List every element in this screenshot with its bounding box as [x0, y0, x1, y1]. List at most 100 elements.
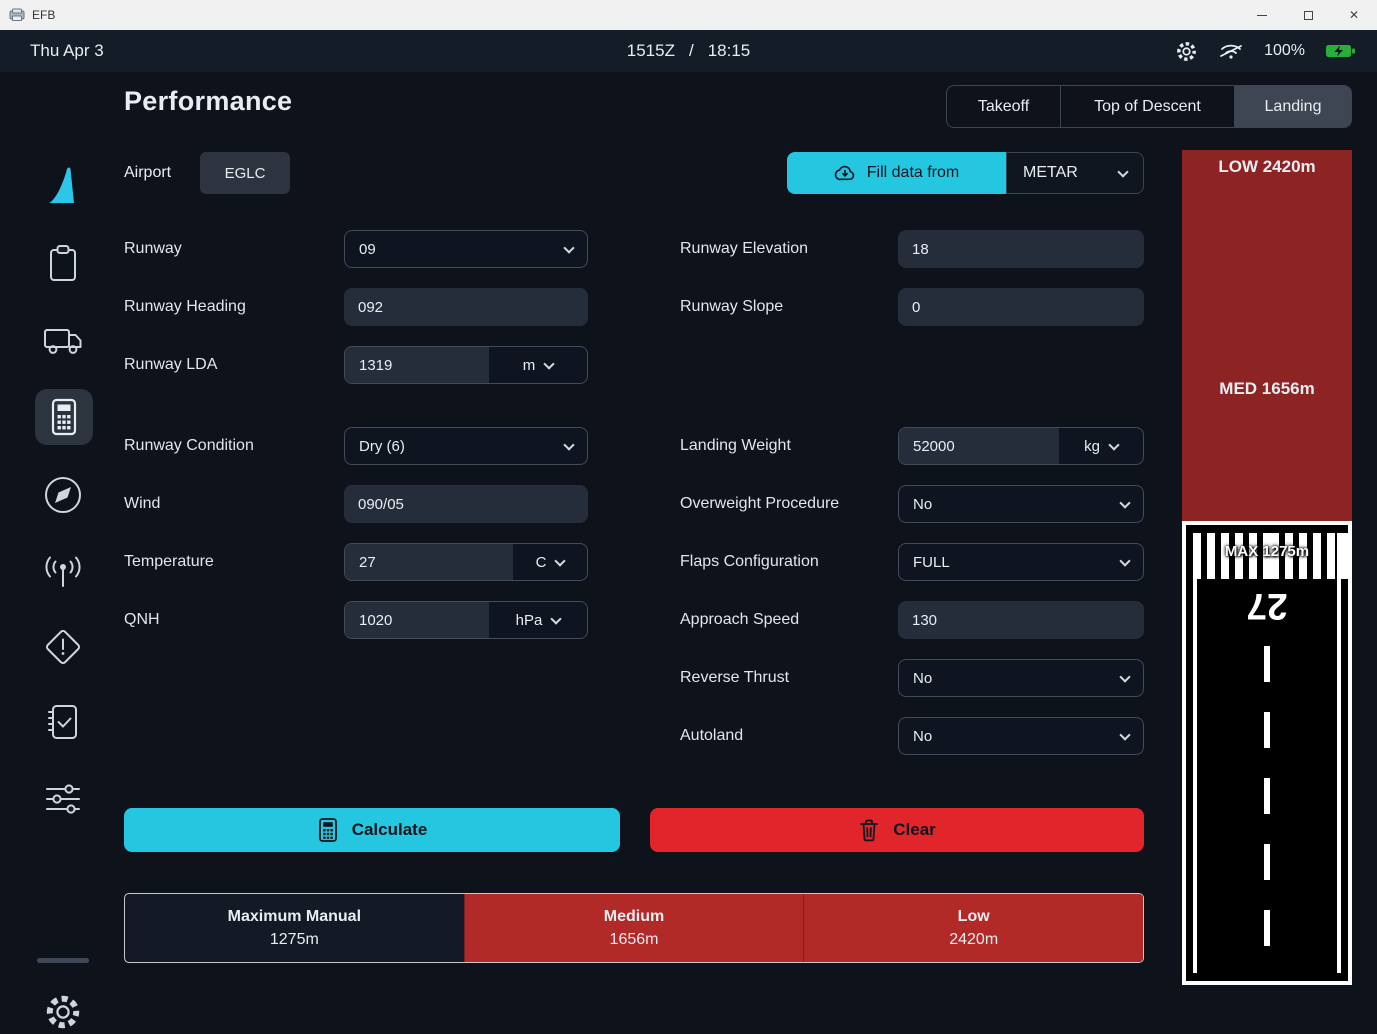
results-bar: Maximum Manual 1275m Medium 1656m Low 24… [124, 893, 1144, 963]
clear-label: Clear [893, 820, 936, 840]
qnh-input[interactable] [345, 602, 489, 638]
mode-tabs: Takeoff Top of Descent Landing [946, 85, 1352, 128]
antenna-icon[interactable] [39, 552, 87, 596]
low-distance-label: LOW 2420m [1182, 157, 1352, 177]
temperature-unit-dropdown[interactable]: C [513, 544, 587, 580]
sliders-icon[interactable] [39, 777, 87, 821]
form-row: Approach Speed [680, 601, 1144, 639]
runway-slope-input[interactable] [898, 288, 1144, 326]
overweight-procedure-select[interactable]: No [898, 485, 1144, 523]
temperature-input[interactable] [345, 544, 513, 580]
form-row: Overweight Procedure No [680, 485, 1144, 523]
maximize-button[interactable] [1285, 0, 1331, 30]
unit-value: hPa [516, 612, 543, 629]
overweight-procedure-label: Overweight Procedure [680, 495, 898, 513]
chevron-down-icon [551, 613, 562, 624]
runway-select[interactable]: 09 [344, 230, 588, 268]
trash-icon [858, 818, 880, 842]
runway-heading-input[interactable] [344, 288, 588, 326]
unit-value: C [536, 554, 547, 571]
reverse-thrust-value: No [913, 670, 932, 687]
form-row: Runway Heading [124, 288, 588, 326]
minimize-button[interactable] [1239, 0, 1285, 30]
form-row: Temperature C [124, 543, 588, 581]
chevron-down-icon [1117, 166, 1128, 177]
window-title: EFB [32, 8, 55, 22]
wind-input[interactable] [344, 485, 588, 523]
qnh-unit-dropdown[interactable]: hPa [489, 602, 587, 638]
form-row: Runway LDA m [124, 346, 588, 384]
clear-button[interactable]: Clear [650, 808, 1144, 852]
clipboard-icon[interactable] [39, 242, 87, 286]
fill-data-from-label: Fill data from [867, 164, 959, 182]
calculate-label: Calculate [352, 820, 428, 840]
calculator-nav-active[interactable] [35, 389, 93, 445]
approach-speed-label: Approach Speed [680, 611, 898, 629]
status-time-separator: / [689, 41, 694, 61]
overweight-procedure-value: No [913, 496, 932, 513]
runway-elevation-input[interactable] [898, 230, 1144, 268]
settings-gear-icon[interactable] [1175, 40, 1198, 63]
chevron-down-icon [544, 358, 555, 369]
airport-code-button[interactable]: EGLC [200, 152, 290, 194]
runway-condition-label: Runway Condition [124, 437, 344, 455]
form-row: Runway Elevation [680, 230, 1144, 268]
sidebar-nav [0, 72, 110, 993]
temperature-label: Temperature [124, 553, 344, 571]
status-time-local: 18:15 [708, 41, 751, 61]
tab-landing[interactable]: Landing [1234, 86, 1351, 127]
result-low: Low 2420m [803, 894, 1143, 962]
result-label: Low [958, 908, 990, 926]
runway-lda-input[interactable] [345, 347, 489, 383]
page-title: Performance [124, 86, 292, 117]
tab-takeoff[interactable]: Takeoff [947, 86, 1060, 127]
result-label: Medium [604, 908, 664, 926]
chevron-down-icon [1119, 729, 1130, 740]
flaps-configuration-value: FULL [913, 554, 950, 571]
sidebar-settings-gear-icon[interactable] [39, 990, 87, 1034]
chevron-down-icon [1119, 555, 1130, 566]
flaps-configuration-select[interactable]: FULL [898, 543, 1144, 581]
close-button[interactable]: ✕ [1331, 0, 1377, 30]
runway-condition-select[interactable]: Dry (6) [344, 427, 588, 465]
sidebar-divider [37, 958, 89, 963]
form-row: Reverse Thrust No [680, 659, 1144, 697]
landing-weight-unit-dropdown[interactable]: kg [1059, 428, 1143, 464]
window-titlebar: EFB ✕ [0, 0, 1377, 30]
runway-slope-label: Runway Slope [680, 298, 898, 316]
compass-icon[interactable] [39, 473, 87, 517]
truck-icon[interactable] [39, 318, 87, 362]
fill-source-dropdown[interactable]: METAR [1006, 152, 1144, 194]
calculate-button[interactable]: Calculate [124, 808, 620, 852]
status-time-utc: 1515Z [627, 41, 675, 61]
result-value: 1275m [270, 931, 319, 949]
tab-top-of-descent[interactable]: Top of Descent [1060, 86, 1234, 127]
autoland-select[interactable]: No [898, 717, 1144, 755]
runway-visualization: MAX 1275m 27 [1182, 521, 1352, 985]
form-row: Runway Condition Dry (6) [124, 427, 588, 465]
chevron-down-icon [555, 555, 566, 566]
runway-heading-label: Runway Heading [124, 298, 344, 316]
calculator-icon [317, 817, 339, 843]
approach-speed-input[interactable] [898, 601, 1144, 639]
cloud-download-icon [834, 163, 856, 183]
fill-source-value: METAR [1023, 164, 1078, 182]
hazard-diamond-icon[interactable] [39, 625, 87, 669]
status-bar: Thu Apr 3 1515Z / 18:15 100% [0, 30, 1377, 72]
runway-condition-value: Dry (6) [359, 438, 405, 455]
landing-weight-input[interactable] [899, 428, 1059, 464]
reverse-thrust-select[interactable]: No [898, 659, 1144, 697]
fill-data-from-button[interactable]: Fill data from [787, 152, 1006, 194]
brand-logo [39, 164, 87, 208]
result-medium: Medium 1656m [464, 894, 804, 962]
autoland-label: Autoland [680, 727, 898, 745]
runway-number: 27 [1186, 585, 1348, 627]
checklist-notebook-icon[interactable] [39, 700, 87, 744]
runway-lda-unit-dropdown[interactable]: m [489, 347, 587, 383]
form-row: Runway Slope [680, 288, 1144, 326]
form-right-column: Runway Elevation Runway Slope Landing We… [680, 230, 1144, 775]
landing-weight-field: kg [898, 427, 1144, 465]
qnh-field: hPa [344, 601, 588, 639]
result-value: 1656m [610, 931, 659, 949]
form-row: Flaps Configuration FULL [680, 543, 1144, 581]
